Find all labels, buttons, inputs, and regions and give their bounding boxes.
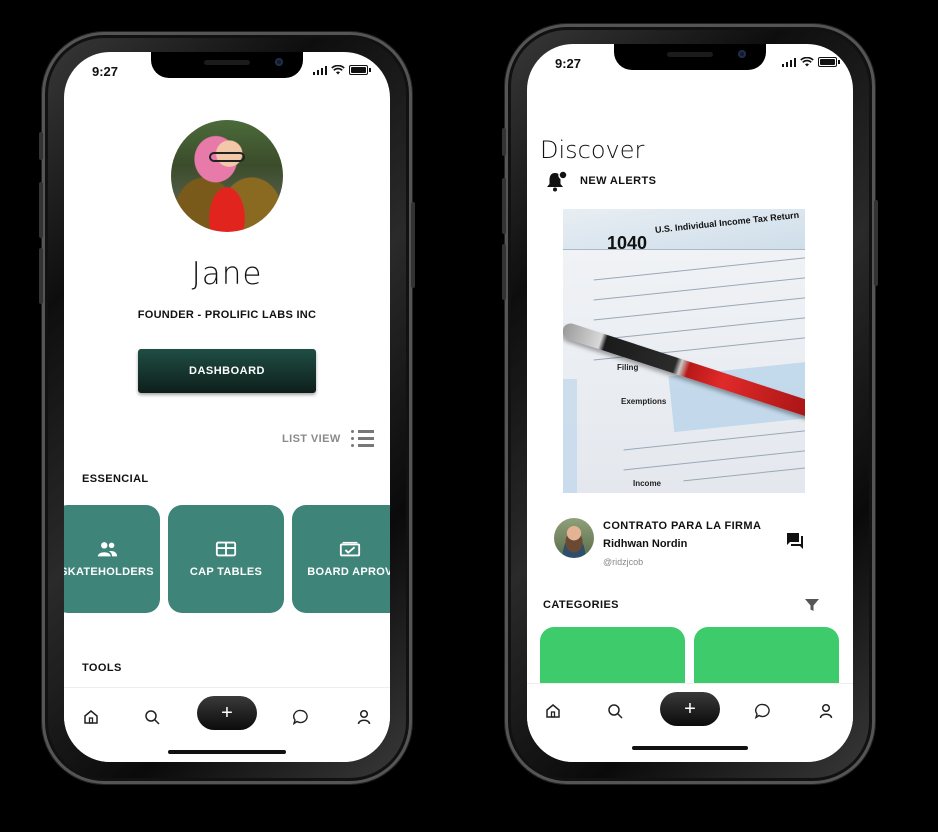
home-icon[interactable] — [544, 702, 562, 720]
side-button — [502, 178, 506, 234]
plus-button[interactable]: + — [197, 696, 257, 730]
contract-title[interactable]: CONTRATO PARA LA FIRMA — [603, 520, 761, 532]
new-alerts-label: NEW ALERTS — [580, 175, 657, 187]
glasses-graphic — [209, 152, 245, 162]
card-label: SKATEHOLDERS — [64, 566, 154, 578]
user-icon[interactable] — [817, 702, 835, 720]
section-essencial: ESSENCIAL — [82, 473, 149, 485]
wifi-icon — [331, 65, 345, 75]
profile-role: FOUNDER - PROLIFIC LABS INC — [137, 309, 317, 321]
contract-handle: @ridzjcob — [603, 557, 644, 567]
chat-icon[interactable] — [754, 702, 772, 720]
form-rule — [683, 465, 805, 482]
right-phone-frame: 9:27 Discover NEW ALERTS 1040 U.S. Indiv… — [502, 24, 878, 784]
side-button — [39, 182, 43, 238]
form-rule — [593, 294, 805, 321]
side-button — [502, 244, 506, 300]
message-icon[interactable] — [785, 531, 805, 551]
home-indicator — [168, 750, 286, 754]
battery-icon — [818, 57, 840, 67]
notch — [151, 52, 303, 78]
side-button — [39, 132, 43, 160]
home-icon[interactable] — [82, 708, 100, 726]
bottom-nav: + — [64, 687, 390, 762]
side-button — [502, 128, 506, 156]
list-view-label: LIST VIEW — [282, 432, 341, 445]
card-label: BOARD APROV — [307, 566, 390, 578]
contract-author: Ridhwan Nordin — [603, 538, 688, 550]
exemptions-label: Exemptions — [621, 397, 667, 406]
notch — [614, 44, 766, 70]
dashboard-button[interactable]: DASHBOARD — [138, 349, 316, 393]
signal-icon — [312, 65, 327, 75]
section-tools: TOOLS — [82, 662, 122, 674]
contact-avatar[interactable] — [554, 518, 594, 558]
card-label: CAP TABLES — [189, 566, 263, 578]
people-icon — [97, 542, 118, 557]
form-rule — [593, 274, 805, 301]
list-view-toggle[interactable]: LIST VIEW — [282, 430, 374, 447]
side-button — [411, 202, 415, 288]
signal-icon — [781, 57, 796, 67]
form-rule — [623, 428, 805, 451]
categories-label: CATEGORIES — [543, 599, 619, 611]
plus-button[interactable]: + — [660, 692, 720, 726]
card-board-aprov[interactable]: BOARD APROV — [292, 505, 390, 613]
user-icon[interactable] — [355, 708, 373, 726]
card-cap-tables[interactable]: CAP TABLES — [168, 505, 284, 613]
wifi-icon — [800, 57, 814, 67]
tax-form-image[interactable]: 1040 U.S. Individual Income Tax Return F… — [563, 209, 805, 493]
search-icon[interactable] — [606, 702, 624, 720]
home-indicator — [632, 746, 748, 750]
status-time: 9:27 — [555, 56, 582, 71]
side-button — [874, 200, 878, 286]
filter-icon[interactable] — [804, 597, 820, 613]
page-title: Discover — [540, 136, 645, 164]
form-blue-column — [563, 379, 577, 493]
approval-icon — [339, 541, 361, 557]
profile-name: Jane — [191, 256, 263, 292]
list-icon — [350, 430, 374, 447]
bottom-nav: + — [527, 683, 853, 762]
table-icon — [215, 541, 237, 557]
left-phone-frame: 9:27 Jane FOUNDER - PROLIFIC LABS INC DA… — [39, 32, 415, 784]
form-rule — [593, 254, 805, 281]
left-screen: 9:27 Jane FOUNDER - PROLIFIC LABS INC DA… — [64, 52, 390, 762]
income-label: Income — [633, 479, 662, 488]
avatar[interactable] — [171, 120, 283, 232]
chat-icon[interactable] — [292, 708, 310, 726]
bell-alert-icon — [547, 170, 568, 192]
right-screen: 9:27 Discover NEW ALERTS 1040 U.S. Indiv… — [527, 44, 853, 762]
battery-icon — [349, 65, 371, 75]
form-rule — [593, 314, 805, 341]
search-icon[interactable] — [143, 708, 161, 726]
form-rule — [623, 448, 805, 471]
filing-label: Filing — [617, 363, 639, 372]
status-time: 9:27 — [92, 64, 119, 79]
side-button — [39, 248, 43, 304]
card-skateholders[interactable]: SKATEHOLDERS — [64, 505, 160, 613]
form-number: 1040 — [607, 233, 648, 253]
